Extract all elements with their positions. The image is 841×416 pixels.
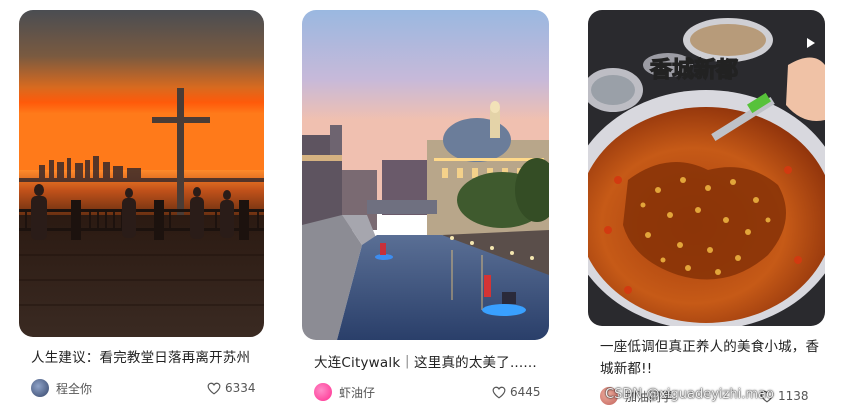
like-count: 1138 — [778, 389, 809, 403]
card-2-author[interactable]: 虾油仔 — [314, 381, 375, 403]
author-name[interactable]: 虾油仔 — [339, 384, 375, 401]
heart-icon — [492, 386, 506, 398]
card-1-likes[interactable]: 6334 — [207, 377, 256, 399]
card-2-likes[interactable]: 6445 — [492, 381, 541, 403]
like-count: 6334 — [225, 381, 256, 395]
card-1-image[interactable] — [19, 10, 264, 337]
feed-card-1[interactable]: 人生建议：看完教堂日落再离开苏州 程全你 6334 — [19, 0, 264, 416]
card-1-author[interactable]: 程全你 — [31, 377, 92, 399]
card-2-title[interactable]: 大连Citywalk｜这里真的太美了...... — [314, 352, 549, 374]
card-3-title-line2: 城新都!! — [600, 361, 653, 377]
canal-dome-image — [302, 10, 549, 340]
like-count: 6445 — [510, 385, 541, 399]
card-3-image[interactable]: 香城新都 — [588, 10, 825, 326]
avatar[interactable] — [314, 383, 332, 401]
author-name[interactable]: 程全你 — [56, 380, 92, 397]
spicy-food-image: 香城新都 — [588, 10, 825, 326]
card-3-title[interactable]: 一座低调但真正养人的美食小城，香 城新都!! — [600, 336, 830, 380]
image-overlay-text: 香城新都 — [650, 57, 738, 83]
card-1-title[interactable]: 人生建议：看完教堂日落再离开苏州 — [31, 347, 266, 369]
feed-card-3[interactable]: 香城新都 一座低调但真正养人的美食小城，香 城新都!! 加油同学 1138 — [588, 0, 825, 416]
sunset-cross-image — [19, 10, 264, 337]
feed-card-2[interactable]: 大连Citywalk｜这里真的太美了...... 虾油仔 6445 — [302, 0, 549, 416]
avatar[interactable] — [31, 379, 49, 397]
watermark: CSDN @xiguadeyizhi.mao — [605, 387, 774, 402]
card-2-image[interactable] — [302, 10, 549, 340]
card-3-title-line1: 一座低调但真正养人的美食小城，香 — [600, 339, 820, 355]
heart-icon — [207, 382, 221, 394]
